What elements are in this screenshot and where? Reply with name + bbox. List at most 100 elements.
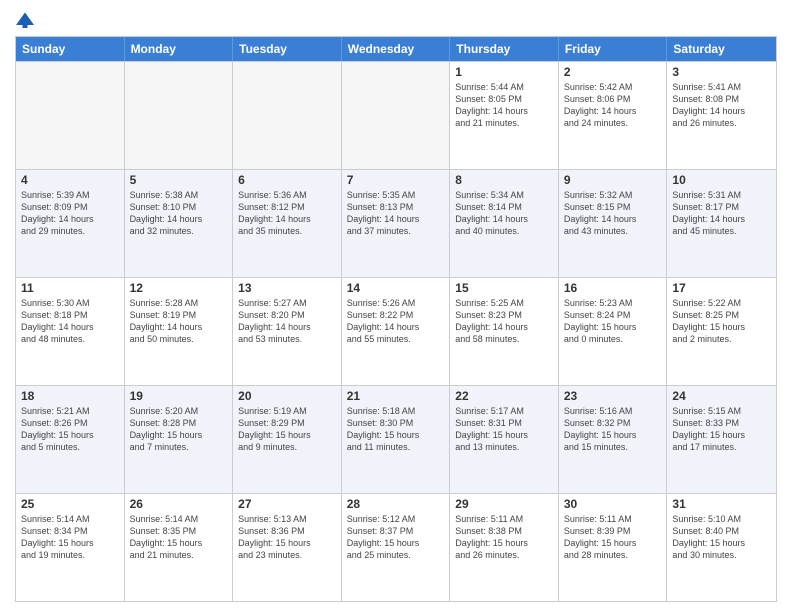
day-number: 17 [672,281,771,295]
day-number: 18 [21,389,119,403]
header-day-thursday: Thursday [450,37,559,61]
day-number: 20 [238,389,336,403]
day-number: 1 [455,65,553,79]
cell-info: Sunrise: 5:19 AM Sunset: 8:29 PM Dayligh… [238,405,336,454]
cell-info: Sunrise: 5:27 AM Sunset: 8:20 PM Dayligh… [238,297,336,346]
cell-info: Sunrise: 5:11 AM Sunset: 8:38 PM Dayligh… [455,513,553,562]
day-cell-15: 15 Sunrise: 5:25 AM Sunset: 8:23 PM Dayli… [450,278,559,385]
day-cell-22: 22Sunrise: 5:17 AM Sunset: 8:31 PM Dayli… [450,386,559,493]
day-number: 8 [455,173,553,187]
cell-info: Sunrise: 5:36 AM Sunset: 8:12 PM Dayligh… [238,189,336,238]
cell-info: Sunrise: 5:13 AM Sunset: 8:36 PM Dayligh… [238,513,336,562]
cell-info: Sunrise: 5:12 AM Sunset: 8:37 PM Dayligh… [347,513,445,562]
day-cell-7: 7 Sunrise: 5:35 AM Sunset: 8:13 PM Daylig… [342,170,451,277]
day-number: 16 [564,281,662,295]
calendar-row-3: 18Sunrise: 5:21 AM Sunset: 8:26 PM Dayli… [16,385,776,493]
cell-info: Sunrise: 5:32 AM Sunset: 8:15 PM Dayligh… [564,189,662,238]
header-day-friday: Friday [559,37,668,61]
empty-cell [233,62,342,169]
day-cell-26: 26Sunrise: 5:14 AM Sunset: 8:35 PM Dayli… [125,494,234,601]
cell-info: Sunrise: 5:34 AM Sunset: 8:14 PM Dayligh… [455,189,553,238]
cell-info: Sunrise: 5:28 AM Sunset: 8:19 PM Dayligh… [130,297,228,346]
cell-info: Sunrise: 5:39 AM Sunset: 8:09 PM Dayligh… [21,189,119,238]
cell-info: Sunrise: 5:44 AM Sunset: 8:05 PM Dayligh… [455,81,553,130]
header-day-sunday: Sunday [16,37,125,61]
day-number: 10 [672,173,771,187]
calendar-row-4: 25 Sunrise: 5:14 AM Sunset: 8:34 PM Dayli… [16,493,776,601]
day-cell-14: 14Sunrise: 5:26 AM Sunset: 8:22 PM Dayli… [342,278,451,385]
day-cell-10: 10Sunrise: 5:31 AM Sunset: 8:17 PM Dayli… [667,170,776,277]
cell-info: Sunrise: 5:10 AM Sunset: 8:40 PM Dayligh… [672,513,771,562]
day-number: 23 [564,389,662,403]
day-cell-9: 9 Sunrise: 5:32 AM Sunset: 8:15 PM Daylig… [559,170,668,277]
day-cell-11: 11 Sunrise: 5:30 AM Sunset: 8:18 PM Dayli… [16,278,125,385]
cell-info: Sunrise: 5:35 AM Sunset: 8:13 PM Dayligh… [347,189,445,238]
day-number: 29 [455,497,553,511]
day-cell-13: 13 Sunrise: 5:27 AM Sunset: 8:20 PM Dayli… [233,278,342,385]
day-cell-5: 5Sunrise: 5:38 AM Sunset: 8:10 PM Daylig… [125,170,234,277]
empty-cell [125,62,234,169]
empty-cell [16,62,125,169]
day-number: 7 [347,173,445,187]
calendar-header: SundayMondayTuesdayWednesdayThursdayFrid… [16,37,776,61]
day-cell-27: 27Sunrise: 5:13 AM Sunset: 8:36 PM Dayli… [233,494,342,601]
cell-info: Sunrise: 5:30 AM Sunset: 8:18 PM Dayligh… [21,297,119,346]
cell-info: Sunrise: 5:22 AM Sunset: 8:25 PM Dayligh… [672,297,771,346]
day-number: 15 [455,281,553,295]
day-cell-21: 21 Sunrise: 5:18 AM Sunset: 8:30 PM Dayli… [342,386,451,493]
day-number: 22 [455,389,553,403]
day-number: 30 [564,497,662,511]
day-cell-24: 24Sunrise: 5:15 AM Sunset: 8:33 PM Dayli… [667,386,776,493]
day-cell-18: 18Sunrise: 5:21 AM Sunset: 8:26 PM Dayli… [16,386,125,493]
day-cell-3: 3 Sunrise: 5:41 AM Sunset: 8:08 PM Daylig… [667,62,776,169]
cell-info: Sunrise: 5:25 AM Sunset: 8:23 PM Dayligh… [455,297,553,346]
day-number: 2 [564,65,662,79]
header-day-monday: Monday [125,37,234,61]
day-cell-2: 2 Sunrise: 5:42 AM Sunset: 8:06 PM Daylig… [559,62,668,169]
day-number: 5 [130,173,228,187]
cell-info: Sunrise: 5:20 AM Sunset: 8:28 PM Dayligh… [130,405,228,454]
day-number: 12 [130,281,228,295]
day-cell-30: 30 Sunrise: 5:11 AM Sunset: 8:39 PM Dayli… [559,494,668,601]
cell-info: Sunrise: 5:26 AM Sunset: 8:22 PM Dayligh… [347,297,445,346]
day-cell-8: 8 Sunrise: 5:34 AM Sunset: 8:14 PM Daylig… [450,170,559,277]
day-number: 26 [130,497,228,511]
cell-info: Sunrise: 5:23 AM Sunset: 8:24 PM Dayligh… [564,297,662,346]
cell-info: Sunrise: 5:41 AM Sunset: 8:08 PM Dayligh… [672,81,771,130]
header [15,10,777,30]
day-cell-4: 4Sunrise: 5:39 AM Sunset: 8:09 PM Daylig… [16,170,125,277]
calendar-body: 1 Sunrise: 5:44 AM Sunset: 8:05 PM Daylig… [16,61,776,601]
day-number: 13 [238,281,336,295]
logo-icon [15,10,35,30]
day-number: 3 [672,65,771,79]
day-cell-19: 19Sunrise: 5:20 AM Sunset: 8:28 PM Dayli… [125,386,234,493]
header-day-saturday: Saturday [667,37,776,61]
logo [15,10,39,30]
day-cell-16: 16 Sunrise: 5:23 AM Sunset: 8:24 PM Dayli… [559,278,668,385]
day-number: 9 [564,173,662,187]
day-cell-12: 12 Sunrise: 5:28 AM Sunset: 8:19 PM Dayli… [125,278,234,385]
empty-cell [342,62,451,169]
calendar-row-1: 4Sunrise: 5:39 AM Sunset: 8:09 PM Daylig… [16,169,776,277]
day-cell-25: 25 Sunrise: 5:14 AM Sunset: 8:34 PM Dayli… [16,494,125,601]
page: SundayMondayTuesdayWednesdayThursdayFrid… [0,0,792,612]
cell-info: Sunrise: 5:14 AM Sunset: 8:34 PM Dayligh… [21,513,119,562]
calendar-row-0: 1 Sunrise: 5:44 AM Sunset: 8:05 PM Daylig… [16,61,776,169]
day-number: 28 [347,497,445,511]
day-cell-28: 28 Sunrise: 5:12 AM Sunset: 8:37 PM Dayli… [342,494,451,601]
day-cell-31: 31 Sunrise: 5:10 AM Sunset: 8:40 PM Dayli… [667,494,776,601]
day-number: 6 [238,173,336,187]
day-cell-17: 17 Sunrise: 5:22 AM Sunset: 8:25 PM Dayli… [667,278,776,385]
cell-info: Sunrise: 5:42 AM Sunset: 8:06 PM Dayligh… [564,81,662,130]
cell-info: Sunrise: 5:18 AM Sunset: 8:30 PM Dayligh… [347,405,445,454]
day-number: 31 [672,497,771,511]
day-cell-1: 1 Sunrise: 5:44 AM Sunset: 8:05 PM Daylig… [450,62,559,169]
day-cell-20: 20 Sunrise: 5:19 AM Sunset: 8:29 PM Dayli… [233,386,342,493]
day-number: 24 [672,389,771,403]
cell-info: Sunrise: 5:16 AM Sunset: 8:32 PM Dayligh… [564,405,662,454]
day-number: 11 [21,281,119,295]
cell-info: Sunrise: 5:11 AM Sunset: 8:39 PM Dayligh… [564,513,662,562]
day-number: 25 [21,497,119,511]
day-number: 21 [347,389,445,403]
calendar-row-2: 11 Sunrise: 5:30 AM Sunset: 8:18 PM Dayli… [16,277,776,385]
